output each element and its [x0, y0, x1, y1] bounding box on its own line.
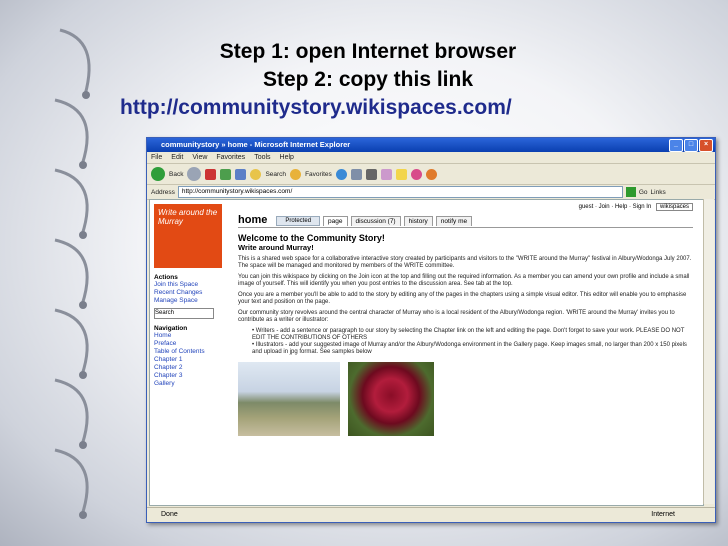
tab-history[interactable]: history [403, 216, 433, 226]
river-landscape-image [238, 362, 340, 436]
address-label: Address [151, 188, 175, 196]
nav-chapter-2[interactable]: Chapter 2 [154, 364, 234, 372]
favorites-icon[interactable] [290, 168, 302, 180]
user-links[interactable]: guest · Join · Help · Sign In wikispaces [238, 203, 693, 211]
menu-edit[interactable]: Edit [171, 152, 183, 163]
minimize-button[interactable]: _ [669, 139, 683, 152]
page-title: Welcome to the Community Story! [238, 233, 385, 243]
nav-chapter-3[interactable]: Chapter 3 [154, 372, 234, 380]
go-icon[interactable] [625, 187, 636, 197]
back-icon[interactable] [151, 167, 165, 181]
menu-bar: File Edit View Favorites Tools Help [147, 152, 715, 164]
step1-heading: Step 1: open Internet browser [219, 40, 517, 63]
protected-badge: Protected [276, 216, 321, 226]
menu-file[interactable]: File [151, 152, 162, 163]
main-column: guest · Join · Help · Sign In wikispaces… [238, 203, 693, 436]
join-space-link[interactable]: Join this Space [154, 281, 234, 289]
wikispaces-badge[interactable]: wikispaces [655, 203, 693, 211]
search-icon[interactable] [250, 168, 262, 180]
zone-text: Internet [651, 511, 675, 518]
illustrators-text: Illustrators - add your suggested image … [252, 342, 687, 355]
recent-changes-link[interactable]: Recent Changes [154, 289, 234, 297]
sample-images [238, 362, 693, 436]
search-label[interactable]: Search [265, 171, 286, 178]
folder-icon[interactable] [395, 168, 407, 180]
status-bar: Done Internet [147, 507, 715, 522]
go-label[interactable]: Go [639, 189, 648, 196]
status-text: Done [161, 511, 178, 518]
edit-icon[interactable] [380, 168, 392, 180]
page-tabs: home Protected page discussion (7) histo… [238, 214, 693, 228]
stop-icon[interactable] [205, 168, 217, 180]
intro-paragraph: This is a shared web space for a collabo… [238, 256, 692, 269]
menu-help[interactable]: Help [280, 152, 294, 163]
favorites-label[interactable]: Favorites [305, 171, 332, 178]
browser-titlebar: communitystory » home - Microsoft Intern… [147, 138, 715, 152]
history-icon[interactable] [335, 168, 347, 180]
menu-favorites[interactable]: Favorites [216, 152, 245, 163]
red-rose-image [348, 362, 434, 436]
links-label[interactable]: Links [651, 189, 666, 196]
illustrators-bullet: • Illustrators - add your suggested imag… [252, 342, 687, 355]
address-bar: Address http://communitystory.wikispaces… [147, 185, 715, 200]
festival-banner: Write around the Murray [154, 204, 222, 268]
join-paragraph: You can join this wikispace by clicking … [238, 274, 690, 287]
refresh-icon[interactable] [220, 168, 232, 180]
browser-toolbar: Back Search Favorites [147, 164, 715, 185]
writers-text: Writers - add a sentence or paragraph to… [252, 328, 685, 341]
nav-preface[interactable]: Preface [154, 340, 234, 348]
manage-space-link[interactable]: Manage Space [154, 297, 234, 305]
nav-chapter-1[interactable]: Chapter 1 [154, 356, 234, 364]
mail-icon[interactable] [350, 168, 362, 180]
step2-heading: Step 2: copy this link [262, 68, 474, 91]
tool-icon[interactable] [425, 168, 437, 180]
page-home-title: home [238, 214, 268, 226]
page-subtitle: Write around Murray! [238, 243, 314, 252]
member-paragraph: Once you are a member you'll be able to … [238, 292, 687, 305]
wiki-link[interactable]: http://communitystory.wikispaces.com/ [120, 96, 512, 120]
menu-tools[interactable]: Tools [254, 152, 270, 163]
story-paragraph: Our community story revolves around the … [238, 310, 675, 323]
tab-page[interactable]: page [323, 216, 348, 226]
forward-icon[interactable] [187, 167, 202, 181]
tab-discussion[interactable]: discussion (7) [350, 216, 401, 226]
nav-gallery[interactable]: Gallery [154, 380, 234, 388]
sidebar: Write around the Murray Actions Join thi… [154, 204, 234, 388]
user-links-text[interactable]: guest · Join · Help · Sign In [579, 204, 652, 210]
nav-home[interactable]: Home [154, 332, 234, 340]
vertical-scrollbar[interactable] [703, 199, 714, 504]
tab-notify[interactable]: notify me [435, 216, 473, 226]
nav-toc[interactable]: Table of Contents [154, 348, 234, 356]
search-input[interactable]: Search [154, 308, 214, 319]
actions-heading: Actions [154, 274, 178, 281]
messenger-icon[interactable] [410, 168, 422, 180]
writers-bullet: • Writers - add a sentence or paragraph … [252, 328, 685, 341]
back-label[interactable]: Back [169, 171, 183, 178]
menu-view[interactable]: View [192, 152, 207, 163]
navigation-heading: Navigation [154, 325, 188, 332]
browser-window: communitystory » home - Microsoft Intern… [146, 137, 716, 523]
address-input[interactable]: http://communitystory.wikispaces.com/ [177, 186, 623, 198]
print-icon[interactable] [365, 168, 377, 180]
browser-title: communitystory » home - Microsoft Intern… [161, 140, 351, 149]
home-icon[interactable] [235, 168, 247, 180]
maximize-button[interactable]: □ [684, 139, 698, 152]
close-button[interactable]: × [699, 139, 713, 152]
page-content: Write around the Murray Actions Join thi… [149, 199, 704, 506]
